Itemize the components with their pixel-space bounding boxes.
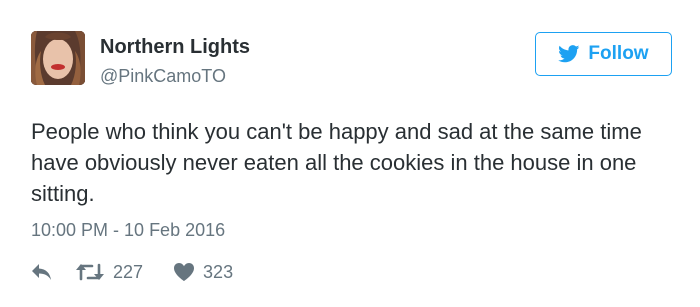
twitter-bird-icon — [558, 45, 580, 63]
tweet-timestamp[interactable]: 10:00 PM - 10 Feb 2016 — [31, 220, 225, 241]
avatar-image — [31, 31, 85, 85]
like-count: 323 — [203, 261, 234, 282]
tweet-card: Northern Lights @PinkCamoTO Follow Peopl… — [0, 0, 700, 307]
heart-icon — [173, 262, 195, 282]
follow-button[interactable]: Follow — [535, 32, 672, 76]
follow-label: Follow — [588, 43, 649, 64]
tweet-text: People who think you can't be happy and … — [31, 119, 642, 206]
reply-icon — [31, 263, 53, 281]
reply-button[interactable] — [31, 263, 53, 281]
retweet-button[interactable]: 227 — [75, 262, 143, 283]
tweet-actions: 227 323 — [31, 258, 233, 286]
avatar[interactable] — [31, 31, 85, 85]
display-name[interactable]: Northern Lights — [100, 36, 250, 59]
like-button[interactable]: 323 — [173, 262, 233, 283]
user-handle[interactable]: @PinkCamoTO — [100, 66, 226, 87]
retweet-count: 227 — [113, 261, 144, 282]
retweet-icon — [75, 262, 105, 282]
